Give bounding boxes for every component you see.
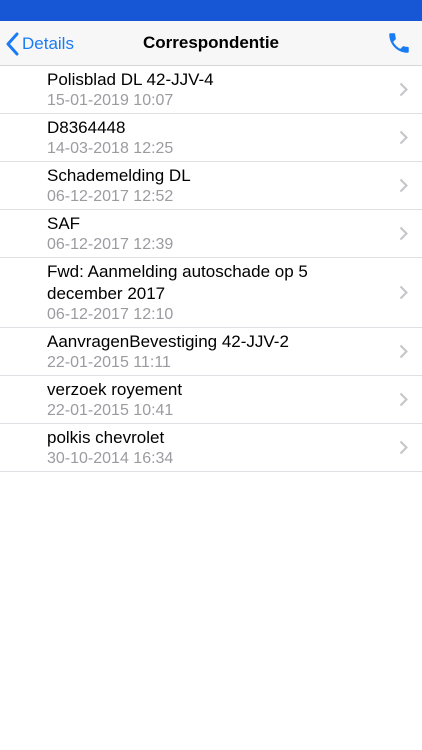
item-title: Fwd: Aanmelding autoschade op 5 december… [47,262,308,303]
list-item[interactable]: polkis chevrolet 30-10-2014 16:34 [0,424,422,472]
list-item[interactable]: AanvragenBevestiging 42-JJV-2 22-01-2015… [0,328,422,376]
item-title: SAF [47,214,81,233]
item-date: 30-10-2014 16:34 [47,450,174,467]
list-item[interactable]: Fwd: Aanmelding autoschade op 5 december… [0,258,422,328]
chevron-right-icon [399,344,408,358]
item-date: 22-01-2015 10:41 [47,402,174,419]
item-title: Schademelding DL [47,166,191,185]
back-button-label: Details [22,34,74,53]
status-bar [0,0,422,21]
chevron-right-icon [399,178,408,192]
chevron-right-icon [399,226,408,240]
item-date: 15-01-2019 10:07 [47,92,174,109]
navigation-bar: Details Correspondentie [0,21,422,66]
list-item[interactable]: Schademelding DL 06-12-2017 12:52 [0,162,422,210]
item-title: AanvragenBevestiging 42-JJV-2 [47,332,289,351]
list-item[interactable]: D8364448 14-03-2018 12:25 [0,114,422,162]
phone-icon[interactable] [386,30,412,56]
item-title: D8364448 [47,118,126,137]
item-title: polkis chevrolet [47,428,165,447]
list-item[interactable]: Polisblad DL 42-JJV-4 15-01-2019 10:07 [0,66,422,114]
item-date: 06-12-2017 12:10 [47,306,174,323]
back-button[interactable]: Details [6,31,74,57]
chevron-right-icon [399,82,408,96]
chevron-right-icon [399,285,408,299]
item-date: 22-01-2015 11:11 [47,354,171,371]
chevron-right-icon [399,440,408,454]
chevron-right-icon [399,392,408,406]
item-date: 06-12-2017 12:39 [47,236,174,253]
chevron-right-icon [399,130,408,144]
item-title: Polisblad DL 42-JJV-4 [47,70,214,89]
list-item[interactable]: SAF 06-12-2017 12:39 [0,210,422,258]
item-date: 14-03-2018 12:25 [47,140,174,157]
item-title: verzoek royement [47,380,183,399]
correspondence-list: Polisblad DL 42-JJV-4 15-01-2019 10:07 D… [0,66,422,472]
chevron-left-icon [6,32,19,56]
item-date: 06-12-2017 12:52 [47,188,174,205]
list-item[interactable]: verzoek royement 22-01-2015 10:41 [0,376,422,424]
